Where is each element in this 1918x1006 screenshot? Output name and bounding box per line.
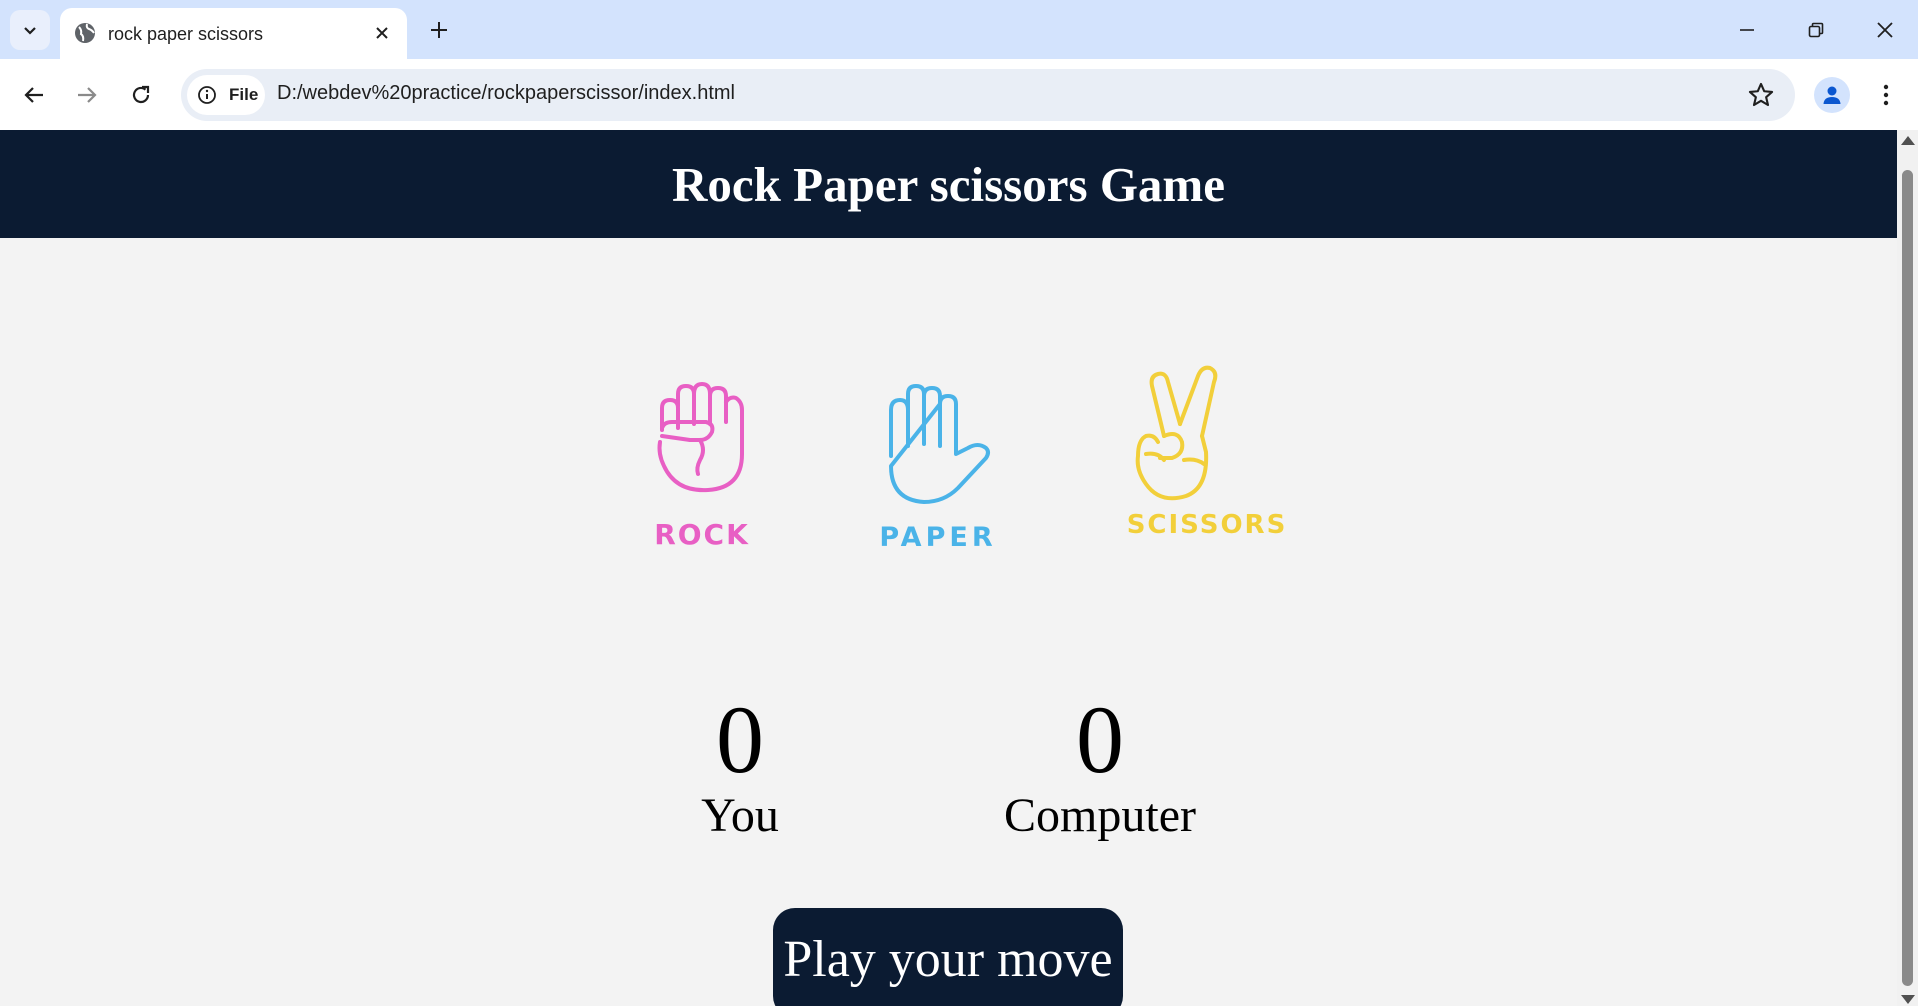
user-score-block: 0 You: [640, 692, 840, 844]
scroll-down-arrow-icon[interactable]: [1901, 995, 1915, 1004]
browser-toolbar: File D:/webdev%20practice/rockpapersciss…: [0, 59, 1918, 130]
info-icon: [198, 86, 216, 104]
tab-strip: rock paper scissors: [0, 0, 1918, 59]
more-vert-icon: [1883, 84, 1889, 106]
restore-button[interactable]: [1794, 10, 1838, 50]
computer-score-block: 0 Computer: [980, 692, 1220, 844]
globe-icon: [75, 23, 95, 43]
close-icon: [376, 27, 388, 39]
fist-icon: [657, 382, 744, 493]
close-window-button[interactable]: [1863, 10, 1907, 50]
person-icon: [1823, 86, 1841, 104]
page-title: Rock Paper scissors Game: [672, 156, 1225, 212]
page-header: Rock Paper scissors Game: [0, 130, 1897, 238]
scroll-thumb[interactable]: [1902, 170, 1913, 986]
user-score: 0: [716, 686, 764, 793]
chevron-down-icon: [24, 27, 36, 35]
tab-title: rock paper scissors: [108, 24, 264, 44]
play-move-message: Play your move: [773, 908, 1123, 1006]
minimize-button[interactable]: [1725, 10, 1769, 50]
minimize-icon: [1740, 29, 1754, 31]
choice-label: ROCK: [654, 518, 750, 551]
choice-label: PAPER: [879, 522, 997, 553]
close-icon: [1877, 22, 1893, 38]
computer-score: 0: [1076, 686, 1124, 793]
star-icon[interactable]: [1747, 81, 1775, 109]
restore-icon: [1808, 22, 1824, 38]
page-viewport: Rock Paper scissors Game ROCK PAPER SCIS…: [0, 130, 1897, 1006]
new-tab-button[interactable]: [424, 15, 454, 45]
reload-button[interactable]: [121, 75, 161, 115]
site-info-label: File: [229, 85, 259, 104]
choice-label: SCISSORS: [1126, 510, 1288, 540]
browser-tab[interactable]: rock paper scissors: [60, 8, 407, 59]
open-hand-icon: [889, 384, 990, 504]
forward-button[interactable]: [67, 75, 107, 115]
site-info-chip[interactable]: File: [187, 75, 265, 115]
back-button[interactable]: [14, 75, 54, 115]
tab-search-button[interactable]: [10, 10, 50, 50]
scroll-up-arrow-icon[interactable]: [1901, 136, 1915, 145]
arrow-left-icon: [24, 87, 43, 103]
scrollbar[interactable]: [1897, 130, 1918, 1006]
url-text[interactable]: D:/webdev%20practice/rockpaperscissor/in…: [277, 82, 735, 105]
choice-paper[interactable]: PAPER: [868, 370, 1008, 710]
user-label: You: [701, 789, 779, 842]
reload-icon: [132, 85, 150, 104]
profile-button[interactable]: [1814, 77, 1850, 113]
choice-scissors[interactable]: SCISSORS: [1122, 362, 1292, 702]
choice-rock[interactable]: ROCK: [640, 370, 764, 710]
victory-hand-icon: [1135, 365, 1218, 501]
close-tab-button[interactable]: [369, 20, 395, 46]
computer-label: Computer: [1004, 789, 1196, 842]
browser-menu-button[interactable]: [1874, 77, 1898, 113]
arrow-right-icon: [78, 87, 97, 103]
plus-icon: [431, 22, 447, 38]
address-bar[interactable]: File D:/webdev%20practice/rockpapersciss…: [181, 69, 1795, 121]
